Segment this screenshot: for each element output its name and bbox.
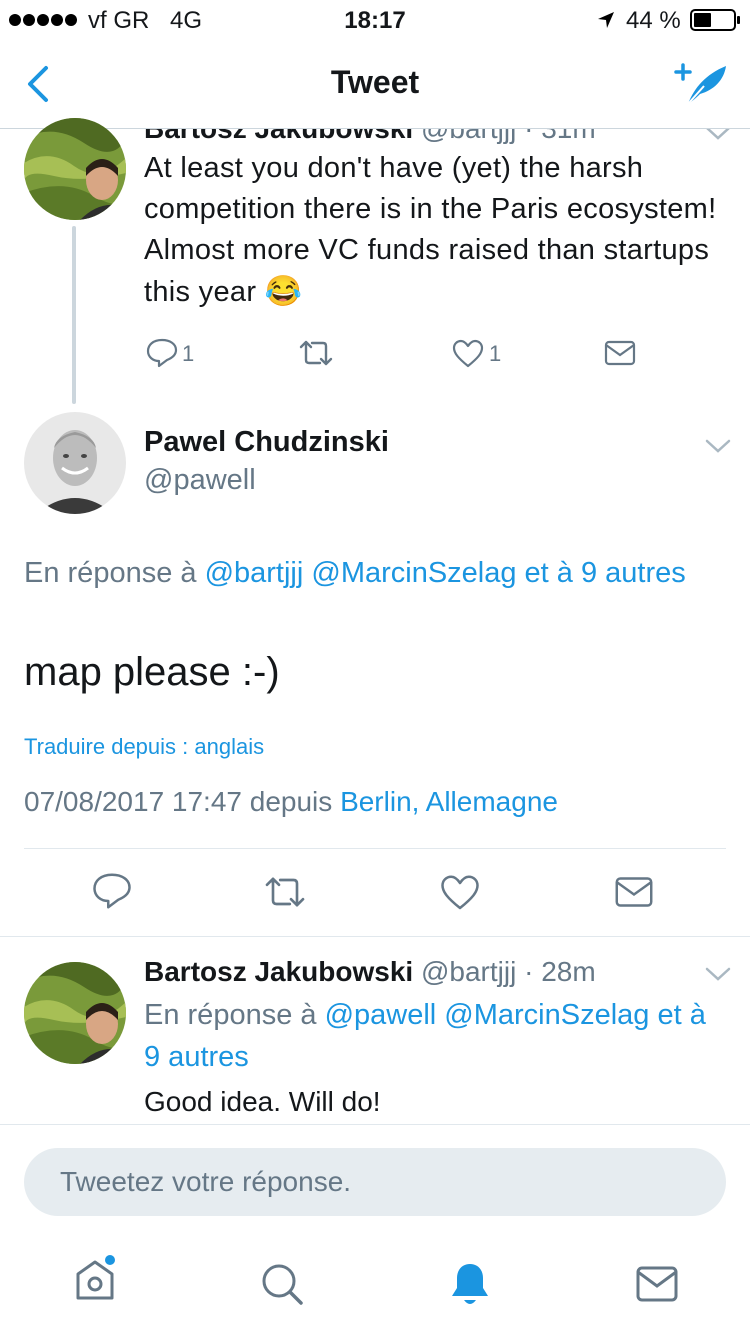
reply-count: 1 [182, 341, 195, 366]
author-handle[interactable]: @pawell [144, 464, 256, 497]
battery-percent: 44 % [626, 7, 681, 34]
author-name[interactable]: Pawel Chudzinski [144, 426, 389, 459]
reply-tweet-header: Bartosz Jakubowski @bartjjj · 28m [144, 956, 596, 988]
reply-placeholder: Tweetez votre réponse. [60, 1166, 352, 1197]
like-icon[interactable] [452, 339, 484, 369]
author-name[interactable]: Bartosz Jakubowski [144, 956, 413, 987]
tab-bar [0, 1232, 750, 1334]
author-handle[interactable]: @bartjjj [421, 956, 516, 987]
divider [24, 848, 726, 849]
chevron-down-icon[interactable] [704, 966, 732, 982]
home-icon[interactable] [72, 1254, 118, 1304]
location-arrow-icon [596, 10, 616, 30]
retweet-icon[interactable] [298, 338, 334, 368]
thread-line [72, 226, 76, 404]
divider [0, 936, 750, 937]
reply-mentions-link[interactable]: @bartjjj @MarcinSzelag et à 9 autres [205, 557, 686, 589]
tweet-time: · 31m [524, 129, 596, 144]
reply-input[interactable]: Tweetez votre réponse. [24, 1148, 726, 1216]
notifications-icon[interactable] [448, 1260, 492, 1308]
tweet-time: · 28m [524, 956, 596, 987]
parent-tweet-header: Bartosz Jakubowski @bartjjj · 31m [144, 129, 596, 145]
chevron-down-icon[interactable] [704, 438, 732, 454]
direct-message-icon[interactable] [614, 876, 654, 908]
compose-tweet-icon[interactable] [674, 60, 730, 108]
tweet-text: map please :-) [24, 650, 280, 694]
reply-context: En réponse à @pawell @MarcinSzelag et à … [144, 999, 706, 1073]
translate-link[interactable]: Traduire depuis : anglais [24, 734, 264, 760]
reply-icon[interactable] [92, 872, 132, 910]
page-title: Tweet [330, 64, 420, 100]
author-handle[interactable]: @bartjjj [421, 129, 516, 144]
like-count: 1 [489, 341, 502, 366]
chevron-down-icon[interactable] [704, 129, 732, 141]
reply-icon[interactable] [146, 338, 178, 368]
retweet-icon[interactable] [262, 874, 308, 910]
parent-tweet-text: At least you don't have (yet) the harsh … [144, 152, 717, 308]
navigation-bar: Tweet [0, 40, 750, 129]
search-icon[interactable] [260, 1262, 304, 1306]
location-link[interactable]: Berlin, Allemagne [340, 786, 558, 817]
messages-icon[interactable] [636, 1266, 678, 1302]
avatar[interactable] [24, 962, 126, 1064]
tweet-text: Good idea. Will do! [144, 1086, 381, 1117]
reply-context: En réponse à @bartjjj @MarcinSzelag et à… [24, 557, 686, 589]
like-icon[interactable] [440, 874, 480, 912]
laughing-emoji: 😂 [264, 275, 303, 308]
battery-icon [690, 9, 742, 31]
tweet-timestamp: 07/08/2017 17:47 depuis Berlin, Allemagn… [24, 786, 558, 817]
author-name[interactable]: Bartosz Jakubowski [144, 129, 413, 144]
direct-message-icon[interactable] [604, 340, 636, 366]
status-bar: vf GR 4G 18:17 44 % [0, 0, 750, 40]
avatar[interactable] [24, 118, 126, 220]
avatar[interactable] [24, 412, 126, 514]
